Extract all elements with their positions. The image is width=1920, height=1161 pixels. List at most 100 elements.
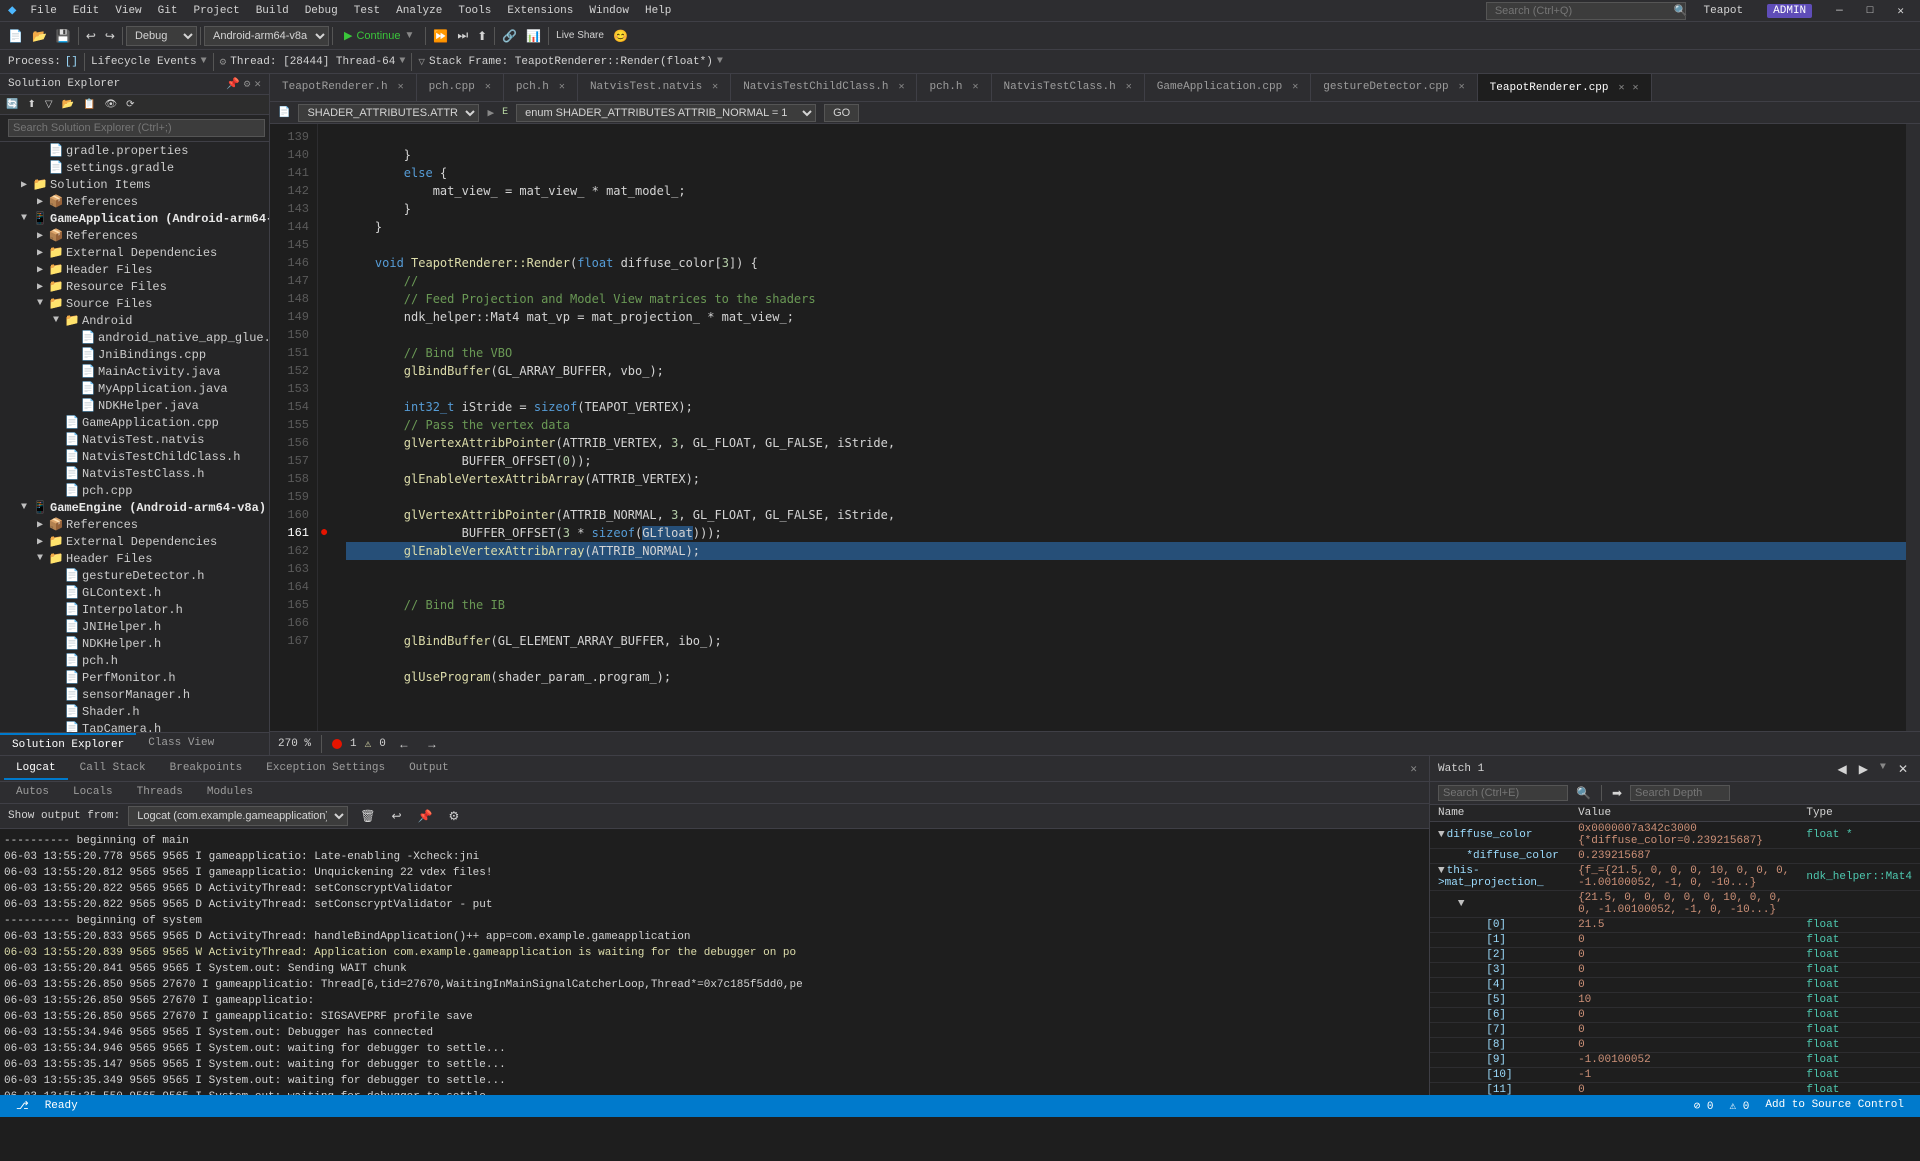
tree-item[interactable]: 📄NatvisTestChildClass.h: [0, 448, 269, 465]
close-btn[interactable]: ✕: [1889, 2, 1912, 20]
tree-item[interactable]: 📄Shader.h: [0, 703, 269, 720]
tree-item[interactable]: 📄TapCamera.h: [0, 720, 269, 732]
se-settings-btn[interactable]: ⚙: [244, 77, 251, 91]
menu-edit[interactable]: Edit: [65, 3, 107, 19]
se-tab-classview[interactable]: Class View: [136, 733, 226, 755]
tree-item[interactable]: ▶📦References: [0, 193, 269, 210]
watch-row[interactable]: [11] 0 float: [1430, 1083, 1920, 1096]
go-button[interactable]: GO: [824, 104, 859, 122]
watch-row[interactable]: ▼diffuse_color 0x0000007a342c3000 {*diff…: [1430, 822, 1920, 849]
se-showall-btn[interactable]: 👁: [100, 97, 121, 112]
breakpoint-column[interactable]: ●: [318, 124, 338, 731]
menu-debug[interactable]: Debug: [297, 3, 346, 19]
tree-item[interactable]: 📄JNIHelper.h: [0, 618, 269, 635]
menu-extensions[interactable]: Extensions: [499, 3, 581, 19]
watch-expand-btn[interactable]: ➡: [1608, 784, 1626, 802]
tab-teapotrenderh[interactable]: TeapotRenderer.h ✕: [270, 74, 417, 101]
close-icon[interactable]: ✕: [1619, 82, 1625, 94]
tree-item[interactable]: ▼📁Header Files: [0, 550, 269, 567]
tree-item[interactable]: ▶📁Resource Files: [0, 278, 269, 295]
watch-row[interactable]: [5] 10 float: [1430, 993, 1920, 1008]
se-tab-explorer[interactable]: Solution Explorer: [0, 733, 136, 755]
close-icon[interactable]: ✕: [898, 81, 904, 93]
tab-gesture[interactable]: gestureDetector.cpp ✕: [1311, 74, 1477, 101]
add-source-control[interactable]: Add to Source Control: [1765, 1099, 1904, 1113]
tree-item[interactable]: 📄PerfMonitor.h: [0, 669, 269, 686]
watch-search[interactable]: [1438, 785, 1568, 801]
tree-item[interactable]: 📄pch.h: [0, 652, 269, 669]
close-icon[interactable]: ✕: [1292, 81, 1298, 93]
tab-pchh[interactable]: pch.h ✕: [504, 74, 578, 101]
tab-gameapp[interactable]: GameApplication.cpp ✕: [1145, 74, 1311, 101]
nav-member-dropdown[interactable]: enum SHADER_ATTRIBUTES ATTRIB_NORMAL = 1: [516, 104, 816, 122]
menu-window[interactable]: Window: [581, 3, 637, 19]
live-share-btn[interactable]: Live Share: [552, 28, 608, 43]
panel-tab-output[interactable]: Output: [397, 758, 461, 780]
sub-tab-threads[interactable]: Threads: [125, 782, 195, 804]
tree-item[interactable]: 📄GLContext.h: [0, 584, 269, 601]
close-icon[interactable]: ✕: [398, 81, 404, 93]
menu-git[interactable]: Git: [150, 3, 186, 19]
menu-view[interactable]: View: [107, 3, 149, 19]
watch-row[interactable]: [9] -1.00100052 float: [1430, 1053, 1920, 1068]
toolbar-btn-more[interactable]: ⏩: [429, 27, 452, 45]
menu-test[interactable]: Test: [346, 3, 388, 19]
tab-natvistest[interactable]: NatvisTest.natvis ✕: [578, 74, 731, 101]
tree-item[interactable]: ▶📁Header Files: [0, 261, 269, 278]
se-collapse-btn[interactable]: ⬆: [23, 97, 39, 112]
tab-natvisclass[interactable]: NatvisTestClass.h ✕: [992, 74, 1145, 101]
se-pin-btn[interactable]: 📌: [226, 77, 240, 91]
logcat-settings-btn[interactable]: ⚙: [444, 807, 463, 825]
watch-row[interactable]: [3] 0 float: [1430, 963, 1920, 978]
close-icon[interactable]: ✕: [1459, 81, 1465, 93]
tree-item[interactable]: ▶📦References: [0, 227, 269, 244]
logcat-wrap-btn[interactable]: ↩: [387, 807, 405, 825]
tree-item[interactable]: 📄pch.cpp: [0, 482, 269, 499]
se-sync-btn[interactable]: ⟳: [122, 97, 138, 112]
tree-item[interactable]: 📄NatvisTestClass.h: [0, 465, 269, 482]
tree-item[interactable]: ▼📱GameEngine (Android-arm64-v8a): [0, 499, 269, 516]
menu-build[interactable]: Build: [248, 3, 297, 19]
tab-teapotrendercpp[interactable]: TeapotRenderer.cpp ✕ ✕: [1478, 74, 1652, 101]
watch-row[interactable]: ▼this->mat_projection_ {f_={21.5, 0, 0, …: [1430, 864, 1920, 891]
save-btn[interactable]: 💾: [52, 27, 75, 45]
tree-item[interactable]: ▶📁External Dependencies: [0, 244, 269, 261]
tree-item[interactable]: ▼📱GameApplication (Android-arm64-v8a): [0, 210, 269, 227]
watch-row[interactable]: [10] -1 float: [1430, 1068, 1920, 1083]
watch-row[interactable]: [8] 0 float: [1430, 1038, 1920, 1053]
sub-tab-locals[interactable]: Locals: [61, 782, 125, 804]
close-panel-btn[interactable]: ✕: [1402, 760, 1425, 778]
tree-item[interactable]: 📄sensorManager.h: [0, 686, 269, 703]
logcat-content[interactable]: ---------- beginning of main06-03 13:55:…: [0, 829, 1429, 1095]
tree-item[interactable]: 📄NatvisTest.natvis: [0, 431, 269, 448]
new-file-btn[interactable]: 📄: [4, 27, 27, 45]
platform-dropdown[interactable]: Android-arm64-v8a: [204, 26, 329, 46]
sub-tab-modules[interactable]: Modules: [195, 782, 265, 804]
tree-item[interactable]: ▼📁Android: [0, 312, 269, 329]
tab-pchcpp[interactable]: pch.cpp ✕: [417, 74, 504, 101]
watch-row[interactable]: [1] 0 float: [1430, 933, 1920, 948]
se-props-btn[interactable]: 📋: [79, 97, 99, 112]
logcat-pin-btn[interactable]: 📌: [414, 807, 437, 825]
redo-btn[interactable]: ↪: [101, 27, 119, 45]
tree-item[interactable]: 📄settings.gradle: [0, 159, 269, 176]
watch-next-btn[interactable]: ▶: [1855, 760, 1872, 778]
nav-forward-btn[interactable]: →: [422, 735, 442, 753]
open-file-btn[interactable]: 📂: [28, 27, 51, 45]
tree-item[interactable]: 📄MyApplication.java: [0, 380, 269, 397]
config-dropdown[interactable]: Debug Release: [126, 26, 197, 46]
undo-btn[interactable]: ↩: [82, 27, 100, 45]
tree-item[interactable]: 📄gestureDetector.h: [0, 567, 269, 584]
watch-row[interactable]: [4] 0 float: [1430, 978, 1920, 993]
watch-row[interactable]: [7] 0 float: [1430, 1023, 1920, 1038]
tree-item[interactable]: ▶📦References: [0, 516, 269, 533]
logcat-clear-btn[interactable]: 🗑: [356, 807, 379, 825]
close-icon[interactable]: ✕: [485, 81, 491, 93]
code-content[interactable]: } else { mat_view_ = mat_view_ * mat_mod…: [338, 124, 1920, 731]
tree-item[interactable]: 📄JniBindings.cpp: [0, 346, 269, 363]
watch-depth[interactable]: [1630, 785, 1730, 801]
restore-btn[interactable]: □: [1859, 3, 1882, 19]
panel-tab-breakpoints[interactable]: Breakpoints: [158, 758, 255, 780]
watch-search-btn[interactable]: 🔍: [1572, 784, 1595, 802]
close-icon[interactable]: ✕: [712, 81, 718, 93]
